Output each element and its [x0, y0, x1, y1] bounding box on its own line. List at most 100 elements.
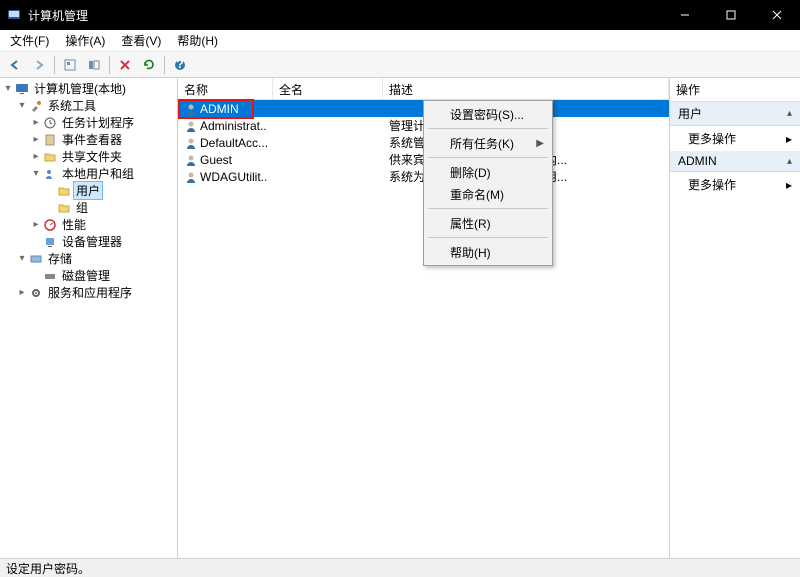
menu-help[interactable]: 帮助(H)	[426, 241, 550, 263]
chevron-down-icon[interactable]: ▾	[16, 253, 28, 265]
tree-services-apps[interactable]: ▸服务和应用程序	[16, 284, 177, 301]
forward-button[interactable]	[28, 54, 50, 76]
window-controls	[662, 0, 800, 30]
up-button[interactable]	[59, 54, 81, 76]
tree-local-users-groups[interactable]: ▾本地用户和组 用户 组	[30, 165, 177, 216]
tree-task-scheduler[interactable]: ▸任务计划程序	[30, 114, 177, 131]
user-icon	[184, 170, 198, 184]
menu-properties[interactable]: 属性(R)	[426, 212, 550, 234]
chevron-right-icon[interactable]: ▸	[30, 134, 42, 146]
chevron-right-icon[interactable]: ▸	[30, 117, 42, 129]
device-icon	[42, 235, 58, 249]
content-area: ▾计算机管理(本地) ▾系统工具 ▸任务计划程序 ▸事件查看器 ▸共享文件夹 ▾…	[0, 78, 800, 558]
chevron-right-icon: ▸	[786, 178, 792, 192]
column-header-description[interactable]: 描述	[383, 78, 669, 99]
clock-icon	[42, 116, 58, 130]
chevron-up-icon: ▴	[787, 156, 792, 167]
menu-separator	[428, 157, 548, 158]
event-icon	[42, 133, 58, 147]
menu-separator	[428, 208, 548, 209]
user-name: WDAGUtilit..	[200, 170, 267, 184]
context-menu: 设置密码(S)... 所有任务(K)▶ 删除(D) 重命名(M) 属性(R) 帮…	[423, 100, 553, 266]
column-header-name[interactable]: 名称	[178, 78, 273, 99]
folder-icon	[56, 201, 72, 215]
menu-view[interactable]: 查看(V)	[113, 30, 169, 51]
list-header: 名称 全名 描述	[178, 78, 669, 100]
menu-help[interactable]: 帮助(H)	[169, 30, 226, 51]
tree-root[interactable]: ▾计算机管理(本地) ▾系统工具 ▸任务计划程序 ▸事件查看器 ▸共享文件夹 ▾…	[2, 80, 177, 301]
column-header-fullname[interactable]: 全名	[273, 78, 383, 99]
chevron-right-icon[interactable]: ▸	[16, 287, 28, 299]
status-text: 设定用户密码。	[6, 560, 90, 577]
toolbar-separator	[54, 56, 55, 74]
center-pane: 名称 全名 描述 ADMIN Administrat.. 管理计算机(域)的内置…	[178, 78, 670, 558]
chevron-right-icon[interactable]: ▸	[30, 219, 42, 231]
back-button[interactable]	[4, 54, 26, 76]
user-name: ADMIN	[200, 102, 239, 116]
tree-disk-management[interactable]: 磁盘管理	[30, 267, 177, 284]
window-title: 计算机管理	[28, 7, 662, 24]
toolbar-separator	[164, 56, 165, 74]
titlebar: 计算机管理	[0, 0, 800, 30]
statusbar: 设定用户密码。	[0, 558, 800, 577]
tools-icon	[28, 99, 44, 113]
minimize-button[interactable]	[662, 0, 708, 30]
delete-button[interactable]	[114, 54, 136, 76]
tree-performance[interactable]: ▸性能	[30, 216, 177, 233]
menu-file[interactable]: 文件(F)	[2, 30, 57, 51]
menubar: 文件(F) 操作(A) 查看(V) 帮助(H)	[0, 30, 800, 52]
menu-set-password[interactable]: 设置密码(S)...	[426, 103, 550, 125]
chevron-up-icon: ▴	[787, 108, 792, 119]
tree-device-manager[interactable]: 设备管理器	[30, 233, 177, 250]
menu-rename[interactable]: 重命名(M)	[426, 183, 550, 205]
svg-text:?: ?	[176, 58, 183, 71]
user-name: Guest	[200, 153, 232, 167]
actions-group-users[interactable]: 用户▴	[670, 102, 800, 126]
users-icon	[42, 167, 58, 181]
user-icon	[184, 136, 198, 150]
computer-icon	[14, 82, 30, 96]
storage-icon	[28, 252, 44, 266]
user-name: DefaultAcc...	[200, 136, 268, 150]
maximize-button[interactable]	[708, 0, 754, 30]
tree-event-viewer[interactable]: ▸事件查看器	[30, 131, 177, 148]
user-name: Administrat..	[200, 119, 267, 133]
chevron-right-icon: ▸	[786, 132, 792, 146]
shared-folder-icon	[42, 150, 58, 164]
actions-pane-title: 操作	[670, 78, 800, 102]
menu-delete[interactable]: 删除(D)	[426, 161, 550, 183]
show-hide-button[interactable]	[83, 54, 105, 76]
tree-shared-folders[interactable]: ▸共享文件夹	[30, 148, 177, 165]
help-button[interactable]: ?	[169, 54, 191, 76]
folder-icon	[56, 184, 72, 198]
actions-group-admin[interactable]: ADMIN▴	[670, 151, 800, 172]
chevron-down-icon[interactable]: ▾	[30, 168, 42, 180]
tree-users[interactable]: 用户	[44, 182, 177, 199]
menu-separator	[428, 128, 548, 129]
app-icon	[6, 7, 22, 23]
chevron-right-icon[interactable]: ▸	[30, 151, 42, 163]
toolbar-separator	[109, 56, 110, 74]
navigation-tree: ▾计算机管理(本地) ▾系统工具 ▸任务计划程序 ▸事件查看器 ▸共享文件夹 ▾…	[0, 80, 177, 301]
toolbar: ?	[0, 52, 800, 78]
chevron-down-icon[interactable]: ▾	[2, 83, 14, 95]
menu-all-tasks[interactable]: 所有任务(K)▶	[426, 132, 550, 154]
performance-icon	[42, 218, 58, 232]
refresh-button[interactable]	[138, 54, 160, 76]
services-icon	[28, 286, 44, 300]
chevron-right-icon: ▶	[536, 138, 544, 149]
tree-groups[interactable]: 组	[44, 199, 177, 216]
disk-icon	[42, 269, 58, 283]
close-button[interactable]	[754, 0, 800, 30]
tree-pane: ▾计算机管理(本地) ▾系统工具 ▸任务计划程序 ▸事件查看器 ▸共享文件夹 ▾…	[0, 78, 178, 558]
user-icon	[184, 153, 198, 167]
user-icon	[184, 119, 198, 133]
user-icon	[184, 102, 198, 116]
actions-pane: 操作 用户▴ 更多操作▸ ADMIN▴ 更多操作▸	[670, 78, 800, 558]
tree-system-tools[interactable]: ▾系统工具 ▸任务计划程序 ▸事件查看器 ▸共享文件夹 ▾本地用户和组 用户 组	[16, 97, 177, 250]
chevron-down-icon[interactable]: ▾	[16, 100, 28, 112]
tree-storage[interactable]: ▾存储 磁盘管理	[16, 250, 177, 284]
menu-action[interactable]: 操作(A)	[57, 30, 113, 51]
actions-more-actions[interactable]: 更多操作▸	[670, 172, 800, 197]
actions-more-actions[interactable]: 更多操作▸	[670, 126, 800, 151]
